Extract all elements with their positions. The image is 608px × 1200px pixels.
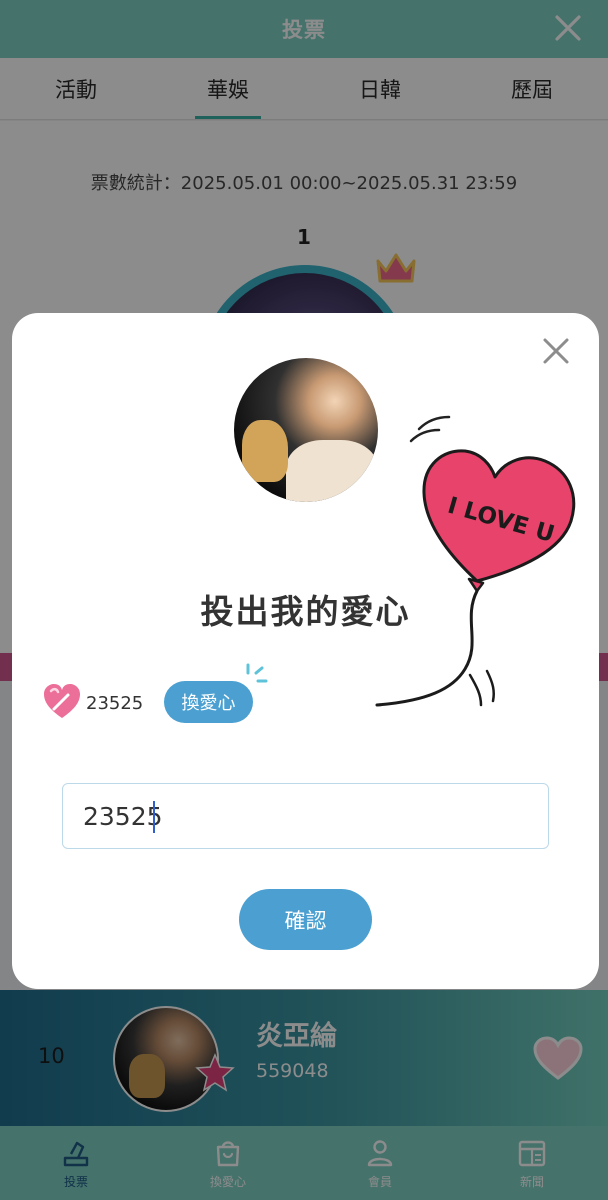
sparkle-icon	[246, 663, 268, 683]
heart-balance: 23525	[86, 693, 144, 714]
dialog-title: 投出我的愛心	[200, 592, 411, 631]
dialog-close-icon[interactable]	[540, 335, 572, 367]
heart-icon	[44, 684, 80, 718]
avatar-hand-detail	[242, 420, 288, 482]
love-balloon-illustration: I LOVE U	[375, 415, 576, 707]
vote-dialog: I LOVE U 投出我的愛心 23525 換愛心 確認	[12, 313, 599, 989]
confirm-button[interactable]: 確認	[239, 889, 372, 950]
text-caret	[153, 801, 155, 833]
avatar-shirt-detail	[286, 440, 378, 502]
dialog-artist-avatar	[234, 358, 378, 502]
vote-amount-input[interactable]	[62, 783, 549, 849]
